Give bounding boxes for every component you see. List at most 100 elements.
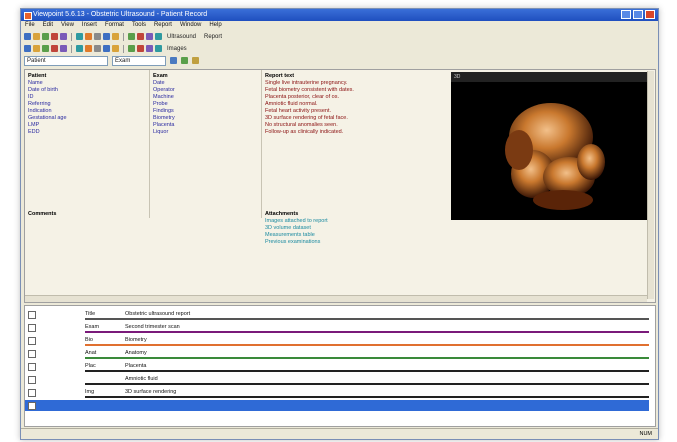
toolbar-label-0[interactable]: Ultrasound <box>167 34 196 40</box>
go-icon[interactable] <box>181 57 188 64</box>
menu-window[interactable]: Window <box>180 21 201 30</box>
exam-details: Exam Date Operator Machine Probe Findings Bio… <box>153 73 258 136</box>
detail-line: Date of birth <box>28 87 58 93</box>
calendar-icon[interactable] <box>137 45 144 52</box>
detail-line: 3D surface rendering of fetal face. <box>265 115 348 121</box>
column-divider <box>261 70 262 218</box>
exam-field[interactable]: Exam <box>112 55 166 66</box>
maximize-icon[interactable] <box>633 10 643 19</box>
list-item[interactable]: Bio Biometry <box>25 335 649 346</box>
settings-icon[interactable] <box>85 45 92 52</box>
menu-edit[interactable]: Edit <box>43 21 53 30</box>
menu-insert[interactable]: Insert <box>82 21 97 30</box>
find-icon[interactable] <box>112 33 119 40</box>
image-icon[interactable] <box>128 33 135 40</box>
menu-tools[interactable]: Tools <box>132 21 146 30</box>
lock-icon[interactable] <box>94 45 101 52</box>
menu-bar: File Edit View Insert Format Tools Repor… <box>21 21 658 30</box>
folder-icon[interactable] <box>192 57 199 64</box>
detail-line: Fetal heart activity present. <box>265 108 332 114</box>
menu-file[interactable]: File <box>25 21 35 30</box>
horizontal-scrollbar[interactable] <box>25 295 647 302</box>
mail-icon[interactable] <box>103 45 110 52</box>
calc-icon[interactable] <box>51 45 58 52</box>
new-icon[interactable] <box>24 33 31 40</box>
checkbox[interactable] <box>28 402 36 410</box>
list-item[interactable]: Anat Anatomy <box>25 348 649 359</box>
graph-icon[interactable] <box>60 45 67 52</box>
report-icon[interactable] <box>137 33 144 40</box>
vertical-scrollbar[interactable] <box>647 71 654 299</box>
redo-icon[interactable] <box>103 33 110 40</box>
user-icon[interactable] <box>112 45 119 52</box>
chart-icon[interactable] <box>76 45 83 52</box>
list-item[interactable]: Plac Placenta <box>25 361 649 372</box>
checkbox[interactable] <box>28 363 36 371</box>
menu-view[interactable]: View <box>61 21 74 30</box>
patient-heading: Patient <box>28 73 47 79</box>
checkbox[interactable] <box>28 389 36 397</box>
save-icon[interactable] <box>42 33 49 40</box>
toolbar-separator <box>71 44 72 53</box>
report-text: Report text Single live intrauterine pre… <box>265 73 445 136</box>
detail-line: Operator <box>153 87 175 93</box>
paste-icon[interactable] <box>85 33 92 40</box>
open-icon[interactable] <box>33 33 40 40</box>
close-icon[interactable] <box>645 10 655 19</box>
navigation-bar: Patient Exam <box>21 55 658 66</box>
attachments: Attachments Images attached to report 3D… <box>265 211 465 246</box>
detail-line: Biometry <box>153 115 175 121</box>
measure-icon[interactable] <box>42 45 49 52</box>
format-toolbar: Images <box>21 43 658 54</box>
section-color-bar <box>85 370 649 372</box>
list-item[interactable] <box>25 400 649 411</box>
star-icon[interactable] <box>128 45 135 52</box>
close-icon[interactable] <box>155 45 162 52</box>
detail-line: ID <box>28 94 34 100</box>
section-color-bar <box>85 383 649 385</box>
toolbar-separator <box>123 44 124 53</box>
copy-icon[interactable] <box>76 33 83 40</box>
patient-field[interactable]: Patient <box>24 55 108 66</box>
detail-line: Amniotic fluid normal. <box>265 101 318 107</box>
section-color-bar <box>85 318 649 320</box>
list-item[interactable]: Exam Second trimester scan <box>25 322 649 333</box>
patient-icon[interactable] <box>24 45 31 52</box>
attachment-link[interactable]: Measurements table <box>265 232 465 239</box>
search-icon[interactable] <box>146 45 153 52</box>
attachment-link[interactable]: Previous examinations <box>265 239 465 246</box>
comments-heading: Comments <box>28 211 57 217</box>
help-icon[interactable] <box>155 33 162 40</box>
minimize-icon[interactable] <box>621 10 631 19</box>
print-icon[interactable] <box>51 33 58 40</box>
detail-line: Single live intrauterine pregnancy. <box>265 80 348 86</box>
list-item[interactable]: Img 3D surface rendering <box>25 387 649 398</box>
checkbox[interactable] <box>28 376 36 384</box>
checkbox[interactable] <box>28 350 36 358</box>
search-icon[interactable] <box>170 57 177 64</box>
send-icon[interactable] <box>146 33 153 40</box>
section-color-bar <box>85 357 649 359</box>
toolbar-label-0[interactable]: Images <box>167 46 187 52</box>
attachment-link[interactable]: 3D volume dataset <box>265 225 465 232</box>
menu-report[interactable]: Report <box>154 21 172 30</box>
cut-icon[interactable] <box>60 33 67 40</box>
menu-help[interactable]: Help <box>209 21 221 30</box>
list-item[interactable]: Amniotic fluid <box>25 374 649 385</box>
undo-icon[interactable] <box>94 33 101 40</box>
detail-line: No structural anomalies seen. <box>265 122 338 128</box>
checkbox[interactable] <box>28 311 36 319</box>
app-icon <box>24 12 32 20</box>
detail-line: Machine <box>153 94 174 100</box>
toolbar-label-1[interactable]: Report <box>204 34 222 40</box>
attachment-link[interactable]: Images attached to report <box>265 218 465 225</box>
list-item[interactable]: Title Obstetric ultrasound report <box>25 309 649 320</box>
ultrasound-3d-image[interactable] <box>451 82 647 220</box>
checkbox[interactable] <box>28 337 36 345</box>
toolbar-separator <box>71 32 72 41</box>
report-pane: Patient Name Date of birth ID Referring Indi… <box>24 69 656 303</box>
exam-icon[interactable] <box>33 45 40 52</box>
menu-format[interactable]: Format <box>105 21 124 30</box>
checkbox[interactable] <box>28 324 36 332</box>
patient-details: Patient Name Date of birth ID Referring Indi… <box>28 73 146 136</box>
